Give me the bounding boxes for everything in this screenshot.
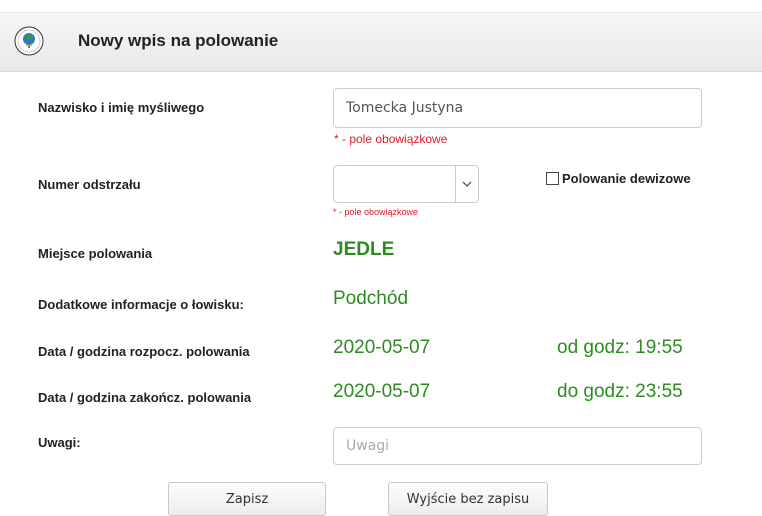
foreign-hunt-option[interactable]: Polowanie dewizowe <box>546 171 691 186</box>
shooting-number-required-note: * - pole obowiązkowe <box>333 207 419 217</box>
save-button[interactable]: Zapisz <box>168 482 326 516</box>
start-datetime-label: Data / godzina rozpocz. polowania <box>38 344 250 359</box>
hunt-place-label: Miejsce polowania <box>38 246 153 261</box>
start-time-value: od godz: 19:55 <box>557 337 683 358</box>
hunter-name-input[interactable] <box>333 88 702 128</box>
extra-info-label: Dodatkowe informacje o łowisku: <box>38 297 244 312</box>
page-title: Nowy wpis na polowanie <box>78 31 279 50</box>
start-date-value: 2020-05-07 <box>333 337 431 358</box>
hunter-name-required-note: * - pole obowiązkowe <box>334 132 448 146</box>
end-date-value: 2020-05-07 <box>333 381 431 402</box>
shooting-number-select[interactable] <box>333 165 479 203</box>
page-header: Nowy wpis na polowanie <box>0 12 762 72</box>
extra-info-value: Podchód <box>333 288 409 309</box>
end-datetime-label: Data / godzina zakończ. polowania <box>38 390 252 405</box>
foreign-hunt-checkbox[interactable] <box>546 172 559 185</box>
foreign-hunt-label: Polowanie dewizowe <box>562 171 691 186</box>
hunt-place-value: JEDLE <box>333 239 395 260</box>
chevron-down-icon[interactable] <box>455 166 478 202</box>
hunter-name-label: Nazwisko i imię myśliwego <box>38 100 205 115</box>
notes-input[interactable] <box>333 427 702 465</box>
hunting-association-logo-icon <box>14 26 44 56</box>
end-time-value: do godz: 23:55 <box>557 381 683 402</box>
notes-label: Uwagi: <box>38 435 81 450</box>
exit-without-saving-button[interactable]: Wyjście bez zapisu <box>388 482 548 516</box>
shooting-number-label: Numer odstrzału <box>38 177 141 192</box>
